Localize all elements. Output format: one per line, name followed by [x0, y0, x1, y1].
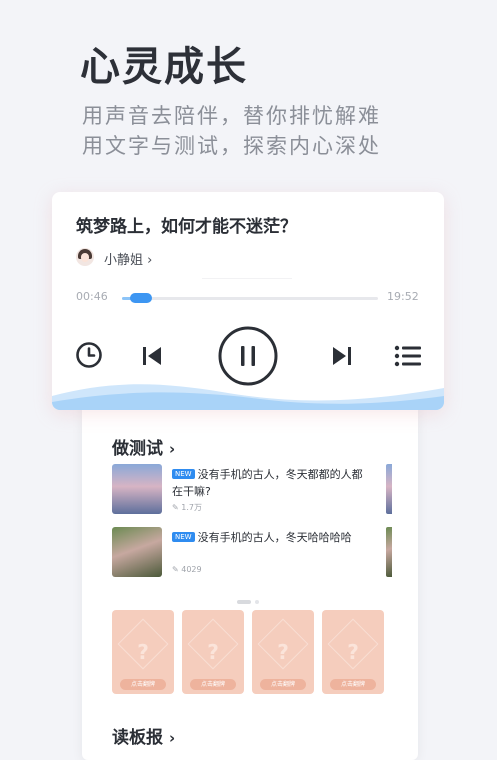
pen-icon: ✎	[172, 503, 182, 512]
new-badge: NEW	[172, 469, 195, 479]
quiz-title-text: 没有手机的古人，冬天都都的人都在干嘛?	[172, 468, 363, 498]
quiz-view-count: ✎ 4029	[172, 565, 202, 574]
pager-dot	[255, 600, 259, 604]
tarot-card[interactable]: ? 点击翻牌	[182, 610, 244, 694]
hero-subtitle-line2: 用文字与测试，探索内心深处	[82, 134, 381, 158]
question-mark-icon: ?	[277, 640, 289, 664]
next-card-peek	[386, 527, 392, 577]
author-link[interactable]: 小静姐 ›	[104, 249, 152, 268]
quiz-thumbnail	[112, 527, 162, 577]
next-icon[interactable]	[330, 344, 354, 368]
flip-card-button[interactable]: 点击翻牌	[260, 679, 306, 690]
current-time: 00:46	[76, 290, 108, 303]
new-badge: NEW	[172, 532, 195, 542]
previous-icon[interactable]	[140, 344, 164, 368]
content-card: 做测试 › NEW 没有手机的古人，冬天都都的人都在干嘛? ✎ 1.7万 NEW 没有…	[82, 380, 418, 760]
track-title[interactable]: 筑梦路上，如何才能不迷茫？	[76, 212, 297, 237]
timer-icon[interactable]	[74, 340, 104, 370]
flip-card-button[interactable]: 点击翻牌	[330, 679, 376, 690]
quiz-thumbnail	[112, 464, 162, 514]
pager-dot-active	[237, 600, 251, 604]
avatar[interactable]	[76, 248, 94, 266]
read-section-header[interactable]: 读板报 ›	[112, 723, 175, 748]
quiz-title-text: 没有手机的古人，冬天哈哈哈哈	[197, 531, 352, 544]
pager-dots	[237, 589, 259, 608]
question-mark-icon: ?	[347, 640, 359, 664]
quiz-section-title: 做测试	[112, 439, 163, 459]
hero-subtitle-line1: 用声音去陪伴，替你排忧解难	[82, 104, 381, 128]
question-mark-icon: ?	[137, 640, 149, 664]
pen-icon: ✎	[172, 565, 182, 574]
question-mark-icon: ?	[207, 640, 219, 664]
read-section-title: 读板报	[112, 728, 163, 748]
quiz-title: NEW 没有手机的古人，冬天哈哈哈哈	[172, 529, 372, 546]
quiz-item[interactable]: NEW 没有手机的古人，冬天都都的人都在干嘛? ✎ 1.7万	[112, 464, 372, 516]
quiz-section-header[interactable]: 做测试 ›	[112, 434, 175, 459]
tarot-card[interactable]: ? 点击翻牌	[322, 610, 384, 694]
divider	[202, 278, 292, 279]
progress-bar[interactable]	[122, 297, 378, 300]
next-card-peek	[386, 464, 392, 514]
flip-card-button[interactable]: 点击翻牌	[120, 679, 166, 690]
hero-title: 心灵成长	[80, 44, 248, 90]
wave-decoration	[52, 384, 444, 410]
total-time: 19:52	[387, 290, 419, 303]
audio-player-card: 筑梦路上，如何才能不迷茫？ 小静姐 › 00:46 19:52	[52, 192, 444, 410]
playlist-icon[interactable]	[394, 344, 422, 368]
progress-handle[interactable]	[130, 293, 152, 303]
tarot-card[interactable]: ? 点击翻牌	[252, 610, 314, 694]
quiz-view-count: ✎ 1.7万	[172, 503, 202, 512]
tarot-card[interactable]: ? 点击翻牌	[112, 610, 174, 694]
quiz-title: NEW 没有手机的古人，冬天都都的人都在干嘛?	[172, 466, 372, 500]
chevron-right-icon: ›	[169, 440, 176, 458]
chevron-right-icon: ›	[169, 729, 176, 747]
flip-card-button[interactable]: 点击翻牌	[190, 679, 236, 690]
quiz-item[interactable]: NEW 没有手机的古人，冬天哈哈哈哈 ✎ 4029	[112, 527, 372, 579]
